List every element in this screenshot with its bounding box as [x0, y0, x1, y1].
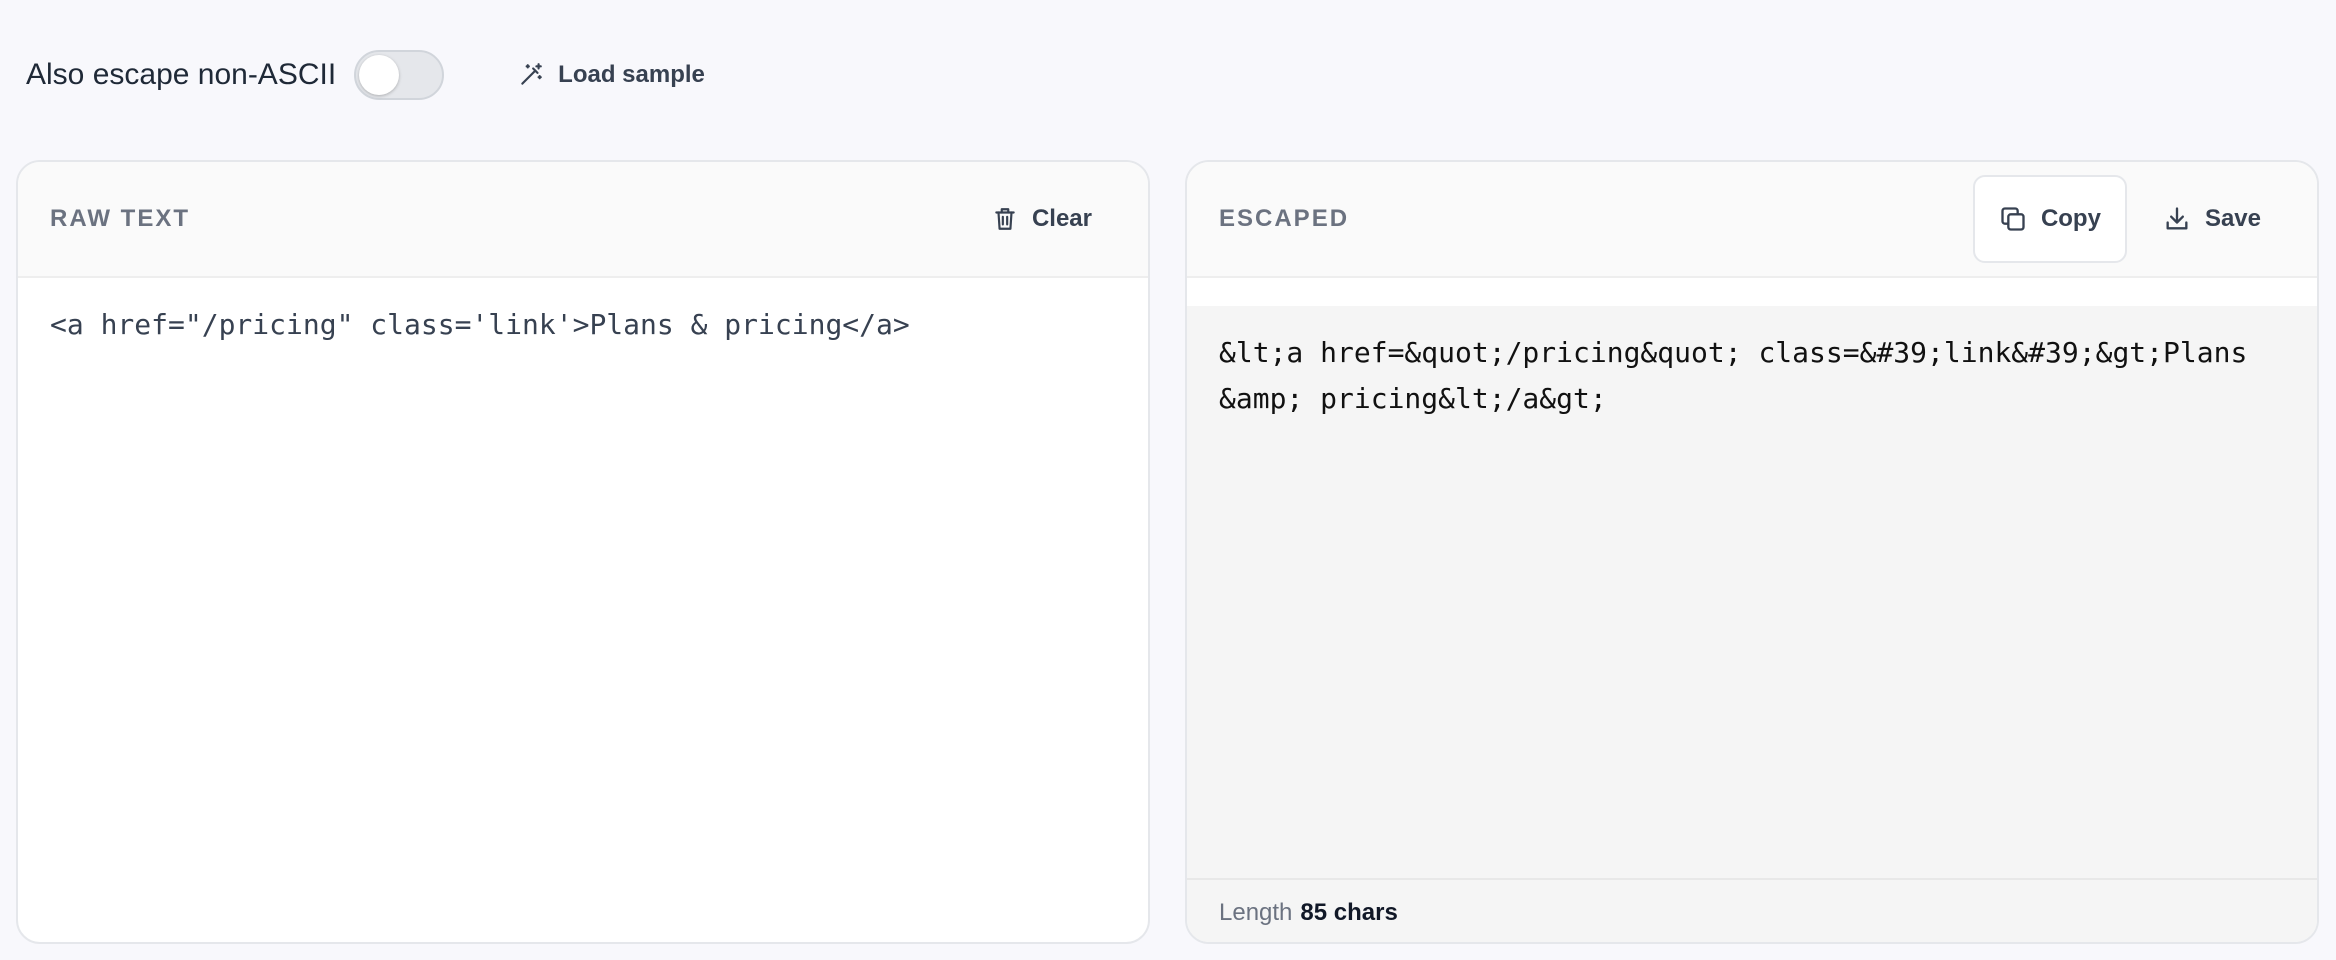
save-button[interactable]: Save: [2139, 175, 2285, 263]
escape-non-ascii-label: Also escape non-ASCII: [26, 58, 337, 91]
load-sample-button[interactable]: Load sample: [518, 61, 705, 89]
download-icon: [2163, 205, 2191, 233]
copy-button[interactable]: Copy: [1972, 175, 2127, 263]
raw-text-input[interactable]: <a href="/pricing" class='link'>Plans & …: [18, 278, 1148, 372]
raw-text-panel: RAW TEXT Clear <a href="/pricing" class=…: [16, 160, 1150, 944]
clear-label: Clear: [1031, 205, 1092, 232]
clear-button[interactable]: Clear: [968, 175, 1116, 263]
raw-panel-title: RAW TEXT: [50, 205, 190, 232]
trash-icon: [992, 205, 1018, 233]
escape-non-ascii-toggle[interactable]: [354, 50, 445, 100]
load-sample-label: Load sample: [558, 61, 705, 88]
raw-panel-header: RAW TEXT Clear: [18, 162, 1148, 278]
copy-icon: [1999, 205, 2027, 233]
magic-wand-icon: [518, 62, 544, 88]
escaped-panel-title: ESCAPED: [1219, 205, 1350, 232]
length-footer: Length 85 chars: [1187, 878, 2317, 942]
escaped-panel: ESCAPED Copy Save &lt;a href=&quot;/pric…: [1185, 160, 2319, 944]
escaped-panel-header: ESCAPED Copy Save: [1187, 162, 2317, 278]
save-label: Save: [2204, 205, 2261, 232]
toolbar: Also escape non-ASCII Load sample: [0, 0, 2336, 150]
copy-label: Copy: [2040, 205, 2101, 232]
length-label: Length: [1219, 899, 1293, 926]
escaped-output[interactable]: &lt;a href=&quot;/pricing&quot; class=&#…: [1187, 306, 2317, 890]
toggle-knob: [359, 55, 400, 95]
length-value: 85 chars: [1300, 899, 1398, 926]
output-gap: [1187, 280, 2317, 306]
